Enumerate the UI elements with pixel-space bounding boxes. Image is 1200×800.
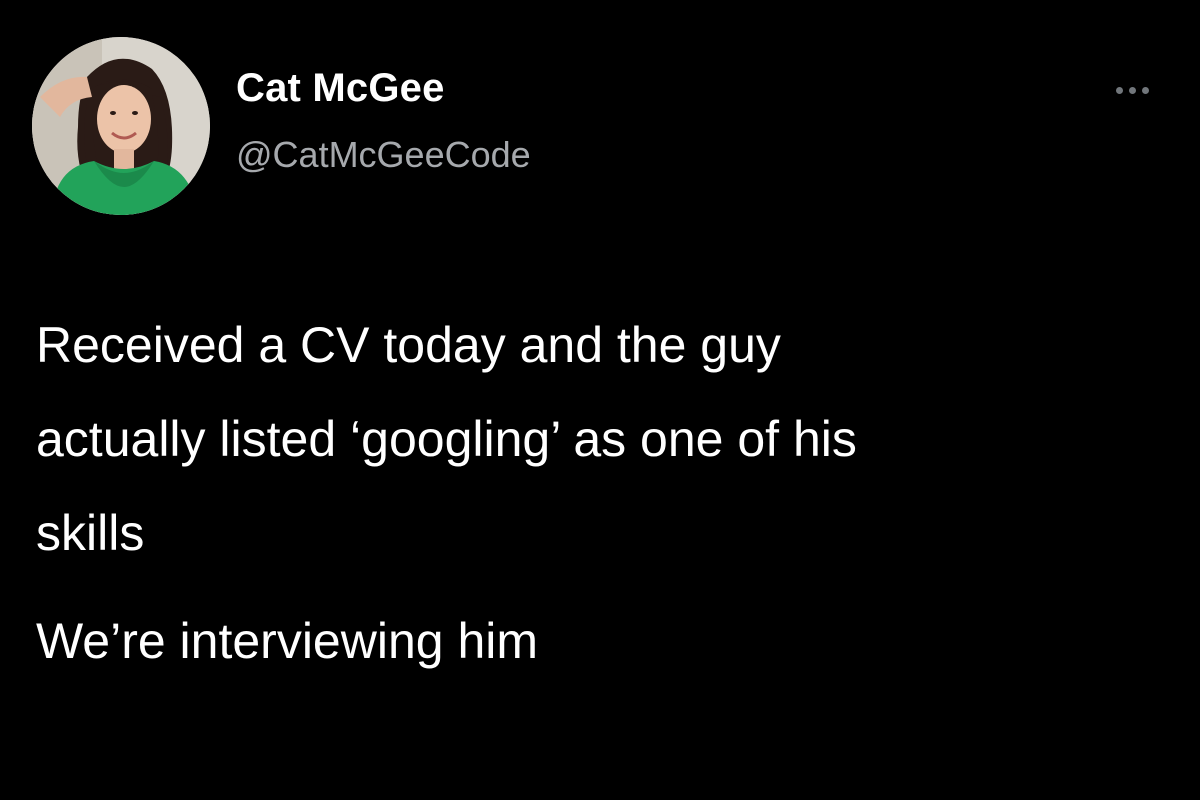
tweet-text-line: skills [36, 505, 145, 561]
author-avatar[interactable] [32, 37, 210, 215]
more-horizontal-icon [1128, 86, 1136, 94]
more-horizontal-icon [1141, 86, 1149, 94]
tweet-card: Cat McGee @CatMcGeeCode Received a CV to… [0, 0, 1200, 800]
tweet-paragraph-1: Received a CV today and the guy actually… [36, 298, 1156, 580]
more-options-button[interactable] [1104, 78, 1160, 102]
author-display-name[interactable]: Cat McGee [236, 66, 445, 111]
tweet-text: Received a CV today and the guy actually… [36, 298, 1156, 688]
author-handle[interactable]: @CatMcGeeCode [236, 134, 531, 176]
profile-photo-icon [32, 37, 210, 215]
tweet-paragraph-2: We’re interviewing him [36, 594, 1156, 688]
tweet-text-line: actually listed ‘googling’ as one of his [36, 411, 857, 467]
more-horizontal-icon [1115, 86, 1123, 94]
tweet-text-line: We’re interviewing him [36, 613, 539, 669]
tweet-text-line: Received a CV today and the guy [36, 317, 781, 373]
